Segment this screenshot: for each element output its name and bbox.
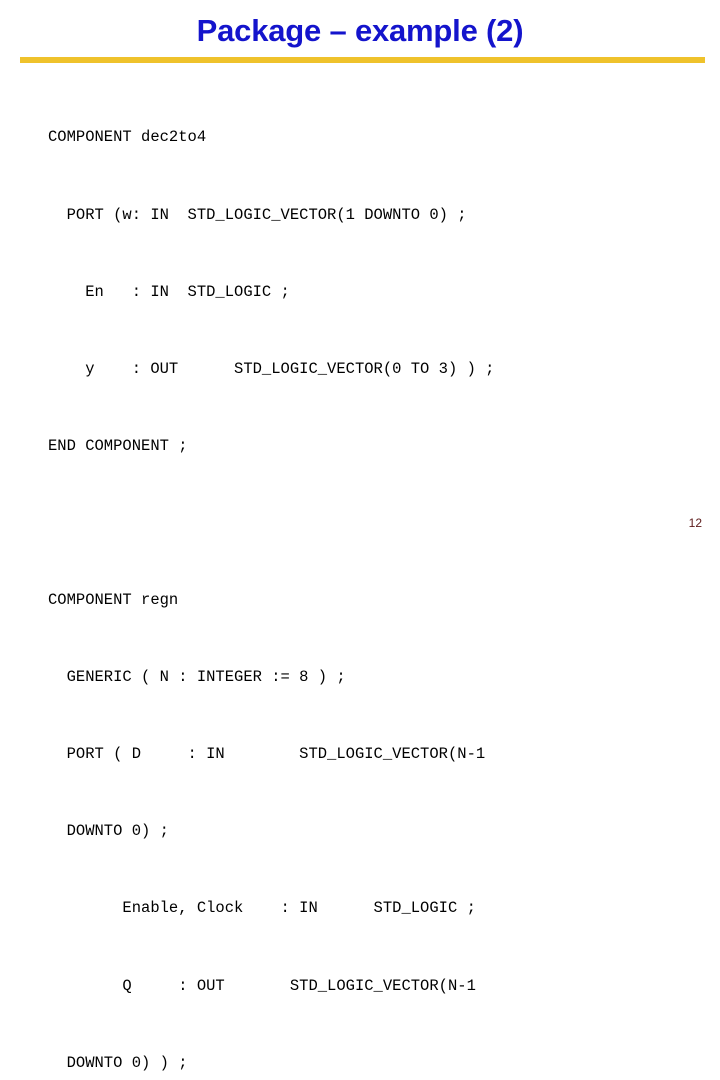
code-line: END COMPONENT ; bbox=[48, 436, 188, 455]
code-line: PORT ( D : IN STD_LOGIC_VECTOR(N-1 bbox=[48, 745, 486, 764]
code-line: DOWNTO 0) ; bbox=[48, 822, 169, 841]
title-divider-rule bbox=[20, 57, 705, 63]
code-line: COMPONENT dec2to4 bbox=[48, 128, 207, 147]
page-number: 12 bbox=[688, 516, 702, 530]
code-block: COMPONENT dec2to4 PORT (w: IN STD_LOGIC_… bbox=[48, 74, 708, 1080]
code-line: Enable, Clock : IN STD_LOGIC ; bbox=[48, 899, 476, 918]
code-line: PORT (w: IN STD_LOGIC_VECTOR(1 DOWNTO 0)… bbox=[48, 205, 467, 224]
page-title: Package – example (2) bbox=[196, 13, 524, 48]
code-line: y : OUT STD_LOGIC_VECTOR(0 TO 3) ) ; bbox=[48, 359, 495, 378]
code-line: DOWNTO 0) ) ; bbox=[48, 1053, 188, 1072]
code-line: Q : OUT STD_LOGIC_VECTOR(N-1 bbox=[48, 976, 476, 995]
code-line: GENERIC ( N : INTEGER := 8 ) ; bbox=[48, 668, 346, 687]
code-line: En : IN STD_LOGIC ; bbox=[48, 282, 290, 301]
slide-canvas: Package – example (2) COMPONENT dec2to4 … bbox=[0, 0, 720, 1072]
code-line: COMPONENT regn bbox=[48, 591, 179, 610]
title-area: Package – example (2) bbox=[0, 12, 720, 50]
